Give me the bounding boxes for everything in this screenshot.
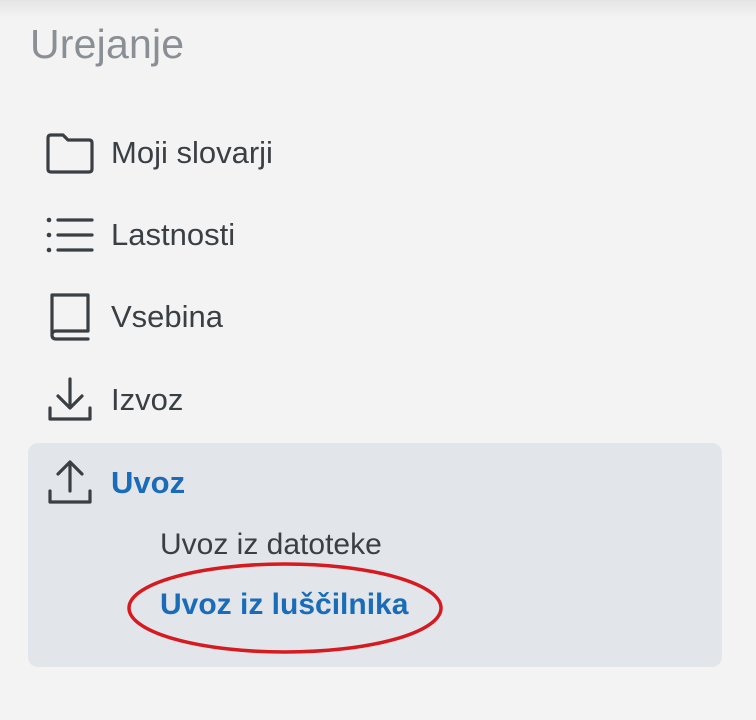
nav-item-label: Moji slovarji [111,135,273,170]
nav-item-label: Izvoz [111,382,184,417]
nav-item-label: Lastnosti [111,217,236,252]
nav-item-uvoz[interactable]: Uvoz [28,451,722,515]
list-icon [44,209,96,261]
nav-item-label: Vsebina [111,299,224,334]
subitem-uvoz-iz-luscilnika[interactable]: Uvoz iz luščilnika [160,588,408,622]
download-icon [44,374,96,426]
nav-item-moji-slovarji[interactable]: Moji slovarji [28,121,722,185]
nav-item-izvoz[interactable]: Izvoz [28,368,722,432]
nav-item-label: Uvoz [111,465,186,500]
sidebar-panel: Urejanje Moji slovarji Lastnosti Vsebina… [0,0,756,720]
subitem-uvoz-iz-datoteke[interactable]: Uvoz iz datoteke [160,528,382,562]
nav-item-lastnosti[interactable]: Lastnosti [28,203,722,267]
section-heading: Urejanje [30,21,185,67]
book-icon [44,291,96,343]
upload-icon [44,457,96,509]
nav-item-vsebina[interactable]: Vsebina [28,285,722,349]
folder-icon [44,127,96,179]
nav-group-uvoz: Uvoz Uvoz iz datoteke Uvoz iz luščilnika [28,443,722,667]
